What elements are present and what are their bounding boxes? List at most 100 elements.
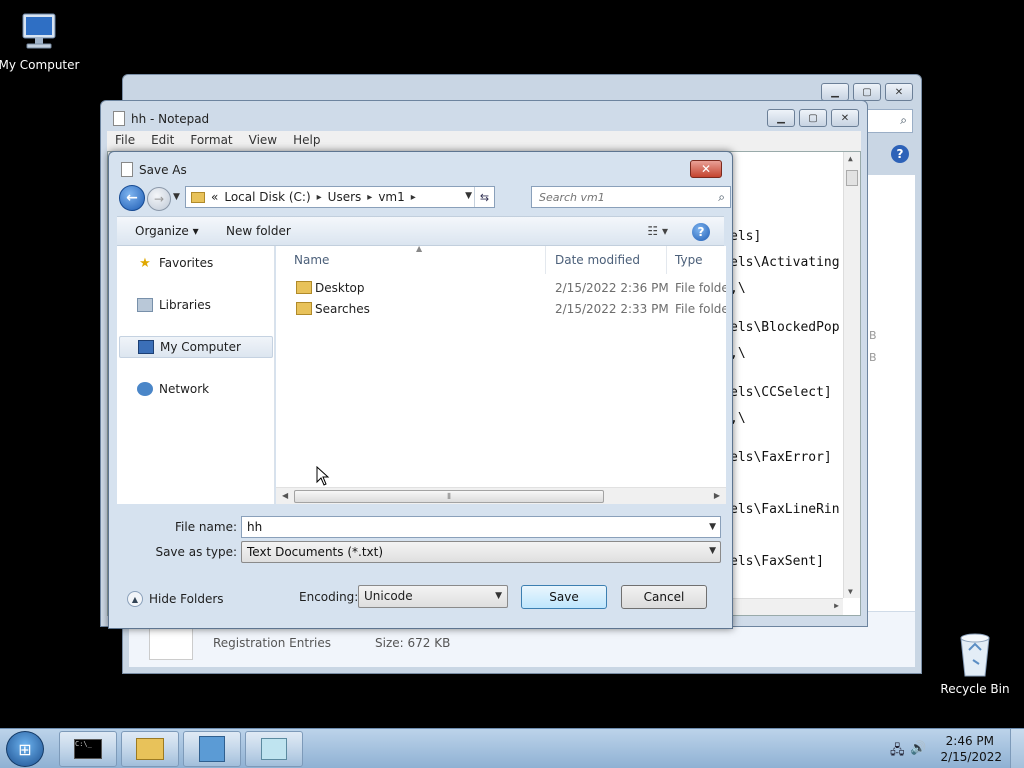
breadcrumb-local-disk[interactable]: Local Disk (C:) [224,190,310,204]
save-button[interactable]: Save [521,585,607,609]
scroll-up-arrow-icon[interactable]: ▲ [848,154,853,163]
breadcrumb-users[interactable]: Users [328,190,362,204]
recycle-bin-label: Recycle Bin [940,682,1010,696]
file-name: Searches [315,302,370,316]
scroll-right-arrow-icon[interactable]: ▶ [834,601,839,610]
breadcrumb-vm1[interactable]: vm1 [378,190,404,204]
text-line: els\CCSelect] [730,385,832,400]
taskbar: ⊞ C:\_ 🖧 🔊 2:46 PM 2/15/2022 [0,728,1024,768]
notepad-titlebar: hh - Notepad [113,111,209,126]
clock-time[interactable]: 2:46 PM [946,734,994,748]
nav-item-label: Libraries [159,298,211,312]
text-line: els\FaxLineRin [730,502,840,517]
recycle-bin-desktop-icon[interactable]: Recycle Bin [930,630,1020,696]
file-type: File folder [675,302,726,316]
folder-icon [296,281,312,294]
nav-item-label: Network [159,382,210,396]
star-icon: ★ [139,255,151,271]
menu-view[interactable]: View [241,131,285,151]
minimize-button[interactable]: ▁ [821,83,849,101]
taskbar-item-command-prompt[interactable]: C:\_ [59,731,117,767]
scroll-thumb[interactable] [846,170,858,186]
notepad-icon [261,738,287,760]
change-view-icon[interactable]: ☷ ▾ [647,224,668,238]
maximize-button[interactable]: ▢ [799,109,827,127]
hide-folders-label: Hide Folders [149,592,224,606]
organize-button[interactable]: Organize ▾ [135,224,199,238]
file-date: 2/15/2022 2:36 PM [555,281,669,295]
breadcrumb-overflow[interactable]: « [211,190,218,204]
taskbar-item-notepad[interactable] [245,731,303,767]
size-suffix: B [869,329,877,342]
save-as-type-select[interactable]: Text Documents (*.txt) ▼ [241,541,721,563]
registry-editor-icon [199,736,225,762]
file-list[interactable]: ▲ Name Date modified Type Desktop 2/15/2… [276,244,726,504]
column-header-type[interactable]: Type [667,246,726,274]
taskbar-item-registry-editor[interactable] [183,731,241,767]
scroll-left-arrow-icon[interactable]: ◀ [282,491,288,500]
file-row[interactable]: Searches 2/15/2022 2:33 PM File folder [276,299,726,320]
close-button[interactable]: ✕ [831,109,859,127]
clock-date[interactable]: 2/15/2022 [940,750,1002,764]
address-dropdown-icon[interactable]: ▼ [465,191,472,201]
minimize-button[interactable]: ▁ [767,109,795,127]
column-header-date-modified[interactable]: Date modified [547,246,667,274]
volume-icon[interactable]: 🔊 [910,741,926,756]
chevron-right-icon[interactable]: ▸ [367,192,372,203]
address-bar[interactable]: « Local Disk (C:) ▸ Users ▸ vm1 ▸ ▼ ⇆ [185,186,495,208]
search-folder-icon [296,302,312,315]
save-as-type-label: Save as type: [155,545,237,559]
search-input[interactable] [532,187,708,207]
size-suffix: B [869,351,877,364]
network-status-icon[interactable]: 🖧 [890,741,905,763]
recent-locations-dropdown-icon[interactable]: ▼ [173,192,180,202]
mouse-cursor-icon [316,466,330,486]
scroll-down-arrow-icon[interactable]: ▼ [848,587,853,596]
vertical-scrollbar[interactable]: ▲ ▼ [843,152,860,598]
file-name-input[interactable] [242,517,702,537]
menu-help[interactable]: Help [285,131,328,151]
search-box[interactable]: ⌕ [531,186,731,208]
save-as-dialog[interactable]: Save As ✕ ← → ▼ « Local Disk (C:) ▸ User… [108,151,733,629]
show-desktop-button[interactable] [1010,729,1024,768]
start-button[interactable]: ⊞ [6,731,44,767]
chevron-right-icon[interactable]: ▸ [411,192,416,203]
notepad-menubar: File Edit Format View Help [107,131,861,151]
scroll-thumb[interactable]: ⦀ [294,490,604,503]
hide-folders-button[interactable]: ▲ Hide Folders [127,591,224,607]
horizontal-scrollbar[interactable]: ◀ ⦀ ▶ [276,487,726,504]
menu-edit[interactable]: Edit [143,131,182,151]
encoding-select[interactable]: Unicode ▼ [358,585,508,608]
recycle-bin-icon [960,633,990,677]
help-icon[interactable]: ? [692,223,710,241]
forward-button[interactable]: → [147,187,171,211]
close-button[interactable]: ✕ [885,83,913,101]
file-row[interactable]: Desktop 2/15/2022 2:36 PM File folder [276,278,726,299]
nav-item-my-computer[interactable]: My Computer [119,336,273,358]
refresh-icon[interactable]: ⇆ [474,187,494,207]
notepad-title: hh - Notepad [131,111,210,126]
scroll-right-arrow-icon[interactable]: ▶ [714,491,720,500]
taskbar-item-explorer[interactable] [121,731,179,767]
cancel-button[interactable]: Cancel [621,585,707,609]
explorer-search-box[interactable]: ⌕ [865,109,913,133]
help-icon[interactable]: ? [891,145,909,163]
chevron-down-icon[interactable]: ▼ [709,522,716,532]
menu-file[interactable]: File [107,131,143,151]
system-tray: 🖧 🔊 2:46 PM 2/15/2022 [884,729,1024,768]
back-button[interactable]: ← [119,185,145,211]
dialog-titlebar: Save As [121,162,187,177]
nav-item-network[interactable]: Network [119,378,273,400]
chevron-right-icon[interactable]: ▸ [317,192,322,203]
my-computer-desktop-icon[interactable]: My Computer [0,8,84,72]
close-button[interactable]: ✕ [690,160,722,178]
maximize-button[interactable]: ▢ [853,83,881,101]
notepad-icon [121,162,133,177]
file-name-combobox[interactable]: ▼ [241,516,721,538]
column-header-name[interactable]: Name [286,246,546,274]
nav-item-libraries[interactable]: Libraries [119,294,273,316]
menu-format[interactable]: Format [182,131,240,151]
navigation-pane: ★ Favorites Libraries My Computer Networ… [117,246,275,504]
new-folder-button[interactable]: New folder [226,224,291,238]
nav-item-favorites[interactable]: ★ Favorites [119,252,273,274]
